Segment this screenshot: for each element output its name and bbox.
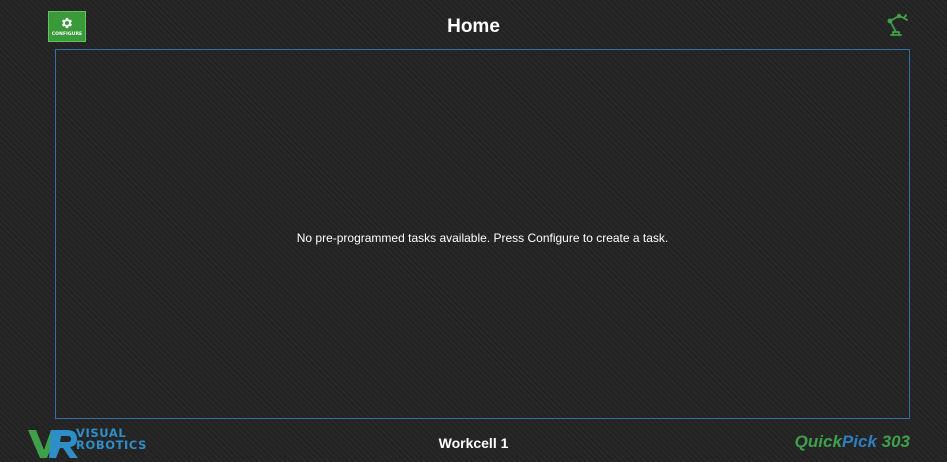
tasks-panel: No pre-programmed tasks available. Press… [55,49,910,419]
brand-pick: Pick [841,432,877,451]
product-brand: QuickPick 303 [795,431,910,453]
robot-arm-icon[interactable] [885,12,911,38]
app-root: CONFIGURE Home No pre-programmed tasks a… [0,0,947,462]
brand-number: 303 [876,432,910,451]
empty-tasks-message: No pre-programmed tasks available. Press… [296,231,669,245]
brand-quick: Quick [794,432,842,451]
page-title: Home [447,16,500,37]
